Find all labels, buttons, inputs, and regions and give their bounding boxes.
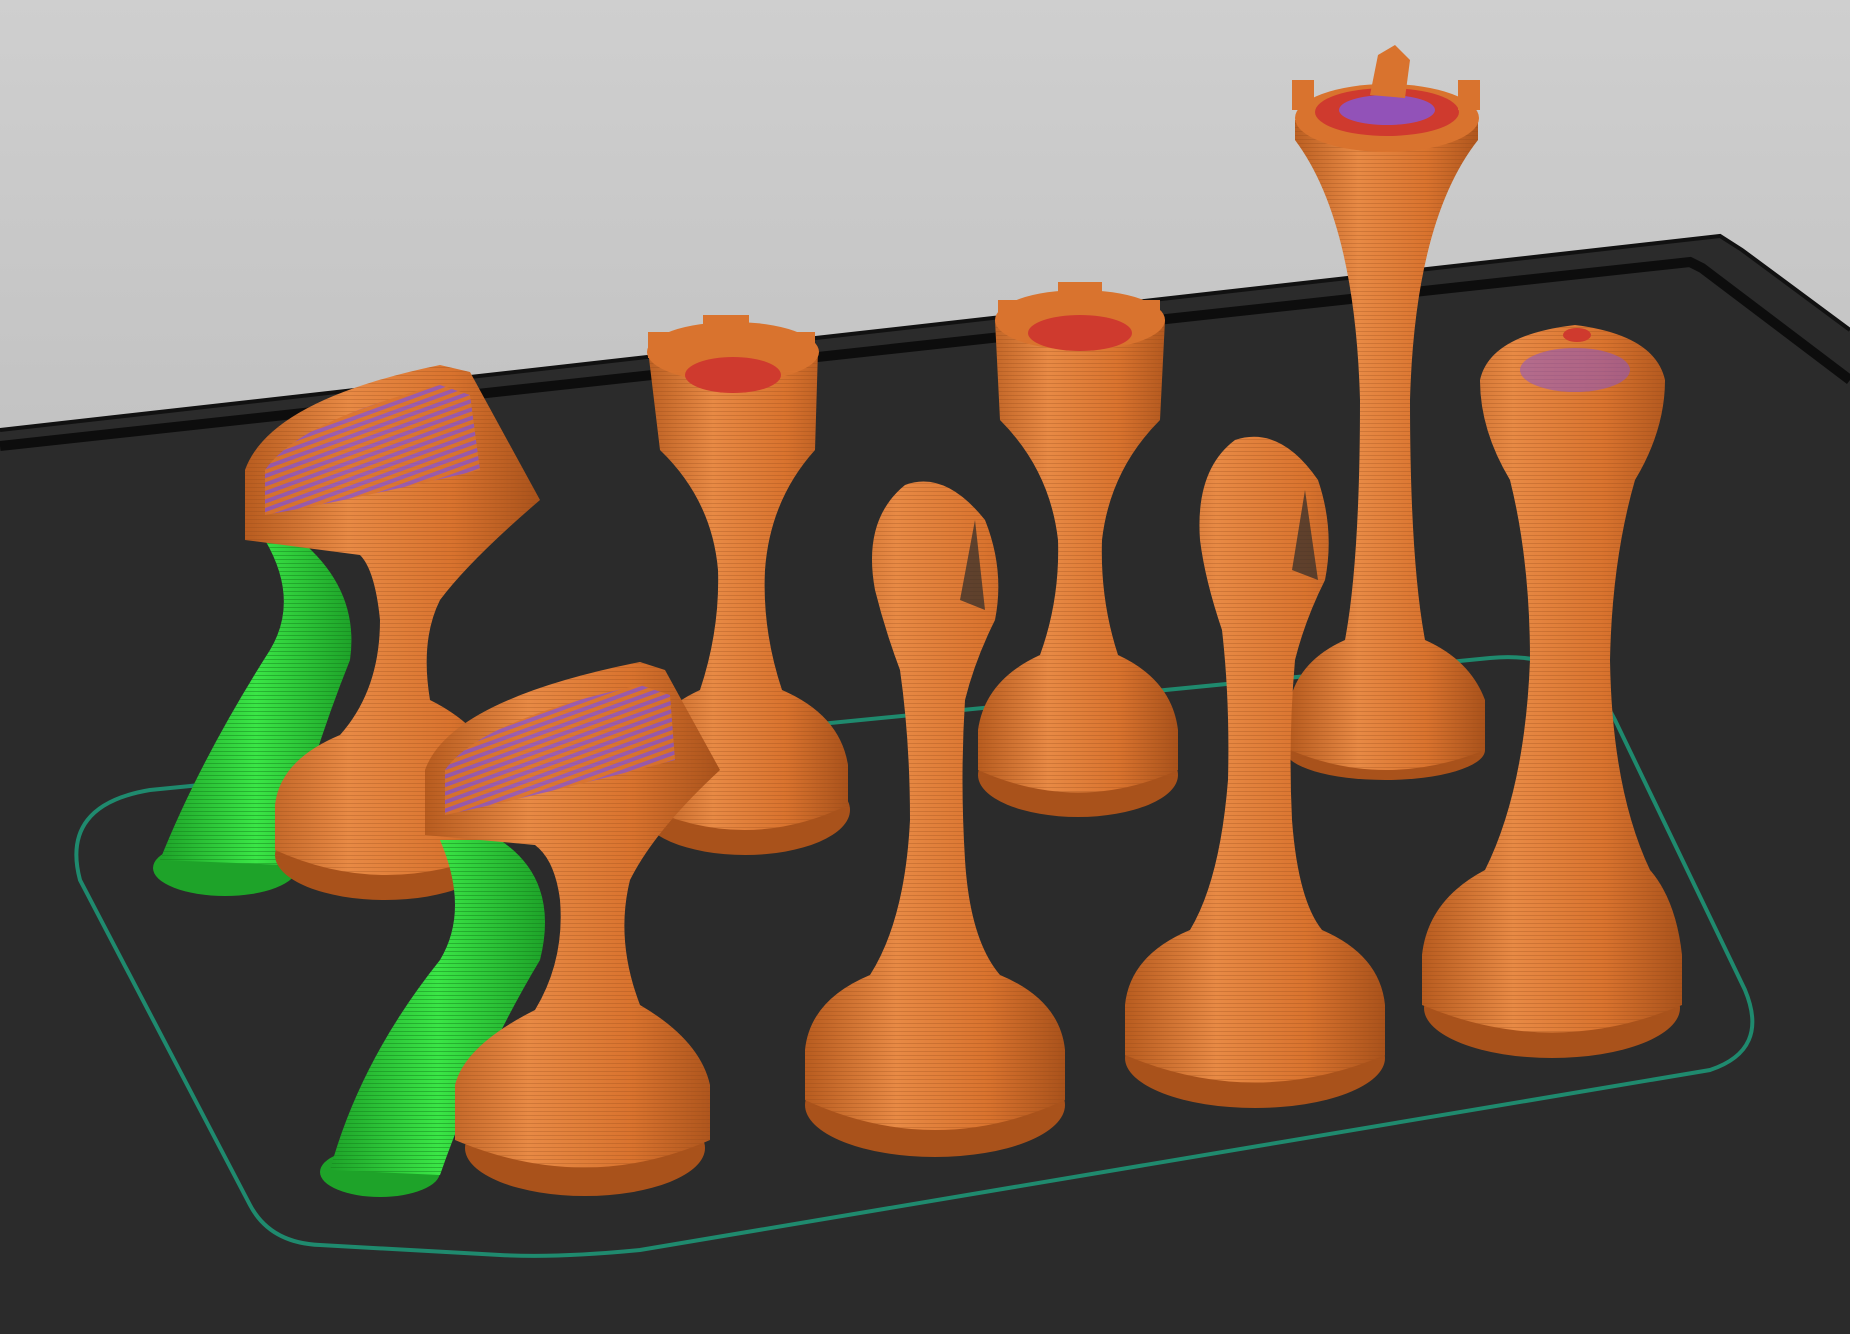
rook-right-top-fill (1028, 315, 1132, 351)
queen-crown-inner (1339, 95, 1435, 125)
rook-left-merlon-l (648, 332, 678, 358)
rook-right-merlon-r (1130, 300, 1160, 326)
king-pawn-dome-inner (1520, 348, 1630, 392)
queen-crown-notch-r (1458, 80, 1480, 110)
king-pawn-dome-top (1563, 328, 1591, 342)
rook-left-top-fill (685, 357, 781, 393)
rook-left-merlon-back (703, 315, 749, 347)
rook-right-merlon-back (1058, 282, 1102, 312)
rook-right-merlon-l (998, 300, 1028, 326)
queen-crown-notch-l (1292, 80, 1314, 110)
rook-left-merlon-r (785, 332, 815, 358)
3d-preview-viewport[interactable] (0, 0, 1850, 1334)
scene (0, 0, 1850, 1334)
